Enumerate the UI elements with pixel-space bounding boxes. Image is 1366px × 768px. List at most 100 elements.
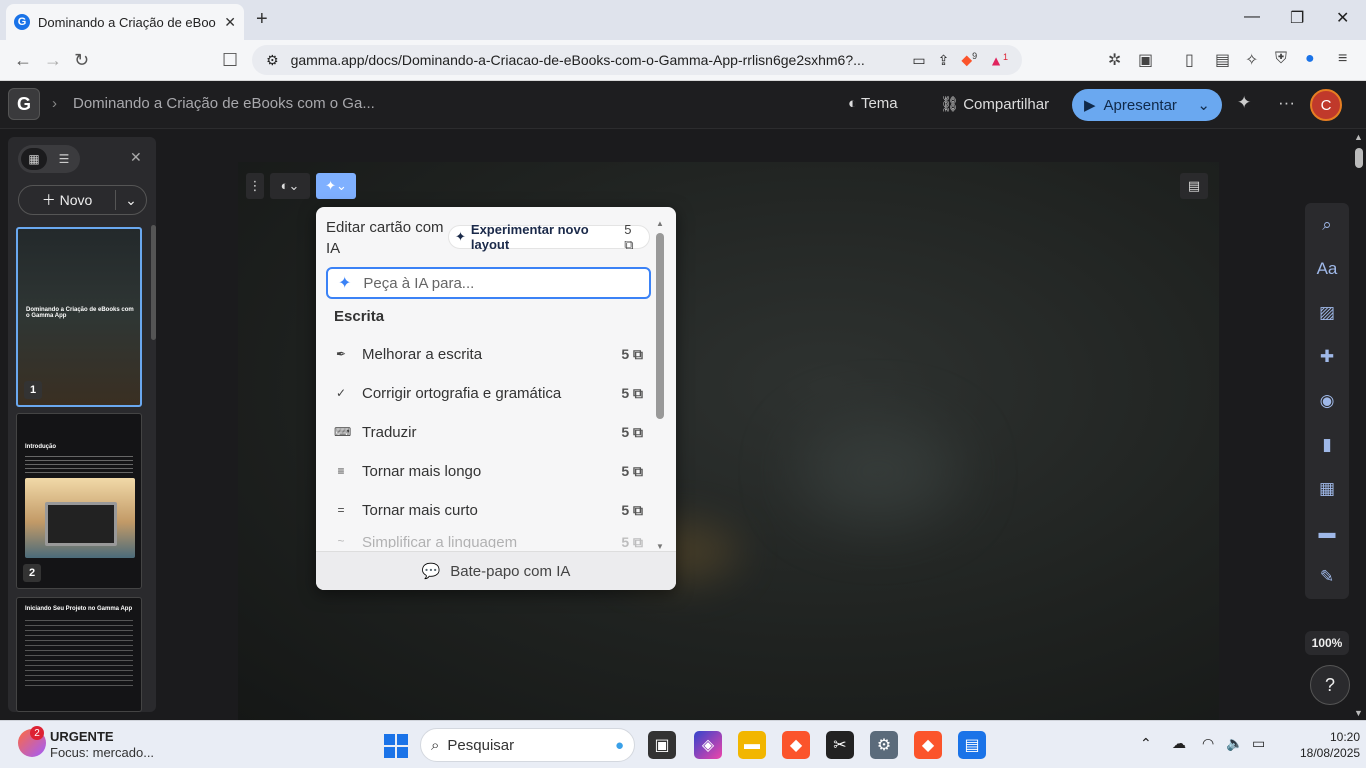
- leo-ai-icon[interactable]: ✧: [1245, 50, 1258, 70]
- slide-thumbnail-3[interactable]: Iniciando Seu Projeto no Gamma App: [16, 597, 142, 712]
- doc-title[interactable]: Dominando a Criação de eBooks com o Ga..…: [73, 95, 375, 112]
- scroll-down-icon[interactable]: ▼: [656, 542, 664, 551]
- new-card-main[interactable]: ＋ Novo: [19, 190, 116, 210]
- card-notes-icon[interactable]: ▤: [1180, 173, 1208, 199]
- profile-icon[interactable]: ●: [1305, 50, 1315, 68]
- edit-icon[interactable]: ✎: [1305, 567, 1349, 587]
- settings-icon[interactable]: ⚙: [870, 731, 898, 759]
- address-bar[interactable]: ⚙ gamma.app/docs/Dominando-a-Criacao-de-…: [252, 45, 1022, 75]
- new-tab-icon[interactable]: +: [256, 8, 268, 31]
- onedrive-icon[interactable]: ☁: [1172, 735, 1186, 752]
- blocks-icon[interactable]: ✚: [1305, 347, 1349, 367]
- popover-scrollbar[interactable]: ▲ ▼: [656, 219, 664, 551]
- list-view-icon[interactable]: ☰: [51, 148, 77, 170]
- card-style-button[interactable]: ◐⌄: [270, 173, 310, 199]
- panel-close-icon[interactable]: ✕: [130, 149, 142, 166]
- ai-action-shorter[interactable]: = Tornar mais curto 5 ⧉: [326, 493, 651, 527]
- ai-action-simplify[interactable]: ~ Simplificar a linguagem 5 ⧉: [326, 534, 651, 548]
- clock[interactable]: 10:20 18/08/2025: [1300, 729, 1360, 761]
- back-icon[interactable]: ←: [14, 50, 32, 71]
- ai-prompt-input[interactable]: [363, 274, 639, 292]
- browser-tab[interactable]: G Dominando a Criação de eBooks ✕: [6, 4, 244, 40]
- share-button[interactable]: ⛓ Compartilhar: [940, 95, 1049, 113]
- start-icon[interactable]: [384, 734, 408, 758]
- cast-icon[interactable]: ▭: [912, 52, 925, 69]
- avatar[interactable]: C: [1310, 89, 1342, 121]
- slide-thumbnail-2[interactable]: Introdução 2: [16, 413, 142, 589]
- copilot-icon[interactable]: ◈: [694, 731, 722, 759]
- page-scrollbar[interactable]: ▲ ▼: [1352, 130, 1366, 720]
- embed-icon[interactable]: ◉: [1305, 391, 1349, 411]
- ai-prompt-field[interactable]: ✦: [326, 267, 651, 299]
- taskbar-search[interactable]: ⌕ Pesquisar ●: [420, 728, 635, 762]
- ai-action-longer[interactable]: ≡ Tornar mais longo 5 ⧉: [326, 454, 651, 488]
- layout-icon[interactable]: ▬: [1305, 523, 1349, 543]
- slide-number: 1: [24, 381, 42, 399]
- bookmark-icon[interactable]: ☐: [222, 50, 238, 71]
- task-view-icon[interactable]: ▣: [648, 731, 676, 759]
- notepad-icon[interactable]: ▤: [958, 731, 986, 759]
- menu-icon[interactable]: ≡: [1338, 50, 1347, 68]
- extensions-icon[interactable]: ✲: [1108, 50, 1121, 70]
- gamma-favicon-icon: G: [14, 14, 30, 30]
- vpn-icon[interactable]: ⛨: [1275, 50, 1287, 68]
- tab-close-icon[interactable]: ✕: [224, 14, 236, 31]
- brave-rewards-icon[interactable]: ▲1: [989, 52, 1008, 69]
- wallet-icon[interactable]: ▤: [1215, 50, 1230, 70]
- chart-icon[interactable]: ▮: [1305, 435, 1349, 455]
- slide-number: 2: [23, 564, 41, 582]
- minimize-icon[interactable]: —: [1244, 8, 1260, 26]
- table-icon[interactable]: ▦: [1305, 479, 1349, 499]
- scroll-up-icon[interactable]: ▲: [1354, 132, 1363, 142]
- ai-sparkle-icon: ✦: [338, 275, 352, 292]
- panel-scrollbar[interactable]: [151, 225, 156, 340]
- scroll-down-icon[interactable]: ▼: [1354, 708, 1363, 718]
- chevron-down-icon[interactable]: ⌄: [1197, 96, 1210, 114]
- maximize-icon[interactable]: ❐: [1290, 8, 1304, 28]
- brave-browser-icon[interactable]: ◆: [782, 731, 810, 759]
- chevron-down-icon[interactable]: ⌄: [116, 192, 146, 209]
- slide-thumbnail-1[interactable]: Dominando a Criação de eBooks com o Gamm…: [16, 227, 142, 407]
- ai-action-translate[interactable]: ⌨ Traduzir 5 ⧉: [326, 415, 651, 449]
- more-options-icon[interactable]: ···: [1278, 93, 1295, 113]
- card-ai-button[interactable]: ✦⌄: [316, 173, 356, 199]
- site-settings-icon[interactable]: ⚙: [266, 52, 279, 69]
- wifi-icon[interactable]: ◠: [1202, 735, 1214, 752]
- news-subtitle[interactable]: Focus: mercado...: [50, 745, 154, 760]
- thumbnail-view-icon[interactable]: ▦: [21, 148, 47, 170]
- try-new-layout-button[interactable]: ✦ Experimentar novo layout 5 ⧉: [448, 222, 650, 252]
- scroll-up-icon[interactable]: ▲: [656, 219, 664, 228]
- reload-icon[interactable]: ↻: [74, 50, 89, 71]
- credits-count: 5 ⧉: [621, 423, 643, 440]
- ai-action-improve[interactable]: ✒ Melhorar a escrita 5 ⧉: [326, 337, 651, 371]
- present-button[interactable]: ▶ Apresentar ⌄: [1072, 89, 1222, 121]
- sidebar-icon[interactable]: ▯: [1185, 50, 1194, 70]
- news-title[interactable]: URGENTE: [50, 729, 114, 744]
- search-icon[interactable]: ⌕: [1305, 215, 1349, 235]
- window-close-icon[interactable]: ✕: [1336, 8, 1349, 28]
- zoom-level[interactable]: 100%: [1305, 631, 1349, 655]
- brave-shield-icon[interactable]: ◆9: [961, 51, 977, 69]
- brave-beta-icon[interactable]: ◆: [914, 731, 942, 759]
- ai-sparkle-icon: ✦⌄: [325, 178, 347, 193]
- reader-icon[interactable]: ▣: [1138, 50, 1153, 70]
- forward-icon[interactable]: →: [44, 50, 62, 71]
- ai-chat-button[interactable]: 💬 Bate-papo com IA: [316, 551, 676, 590]
- card-menu-icon[interactable]: ⋮: [246, 173, 264, 199]
- volume-icon[interactable]: 🔈: [1226, 735, 1243, 752]
- share-page-icon[interactable]: ⇪: [938, 52, 950, 69]
- new-card-button[interactable]: ＋ Novo ⌄: [18, 185, 147, 215]
- capcut-icon[interactable]: ✂: [826, 731, 854, 759]
- help-button[interactable]: ?: [1310, 665, 1350, 705]
- lines-icon: ≡: [337, 464, 345, 478]
- popover-title: Editar cartão com IA: [326, 219, 444, 257]
- ai-sparkle-icon[interactable]: ✦: [1237, 93, 1251, 113]
- text-format-icon[interactable]: Aa: [1305, 259, 1349, 279]
- gamma-logo-icon[interactable]: G: [8, 88, 40, 120]
- tray-overflow-icon[interactable]: ⌃: [1140, 735, 1152, 752]
- file-explorer-icon[interactable]: ▬: [738, 731, 766, 759]
- theme-button[interactable]: ◐ Tema: [848, 95, 898, 112]
- battery-icon[interactable]: ▭: [1252, 735, 1265, 752]
- image-icon[interactable]: ▨: [1305, 303, 1349, 323]
- ai-action-fix-grammar[interactable]: ✓ Corrigir ortografia e gramática 5 ⧉: [326, 376, 651, 410]
